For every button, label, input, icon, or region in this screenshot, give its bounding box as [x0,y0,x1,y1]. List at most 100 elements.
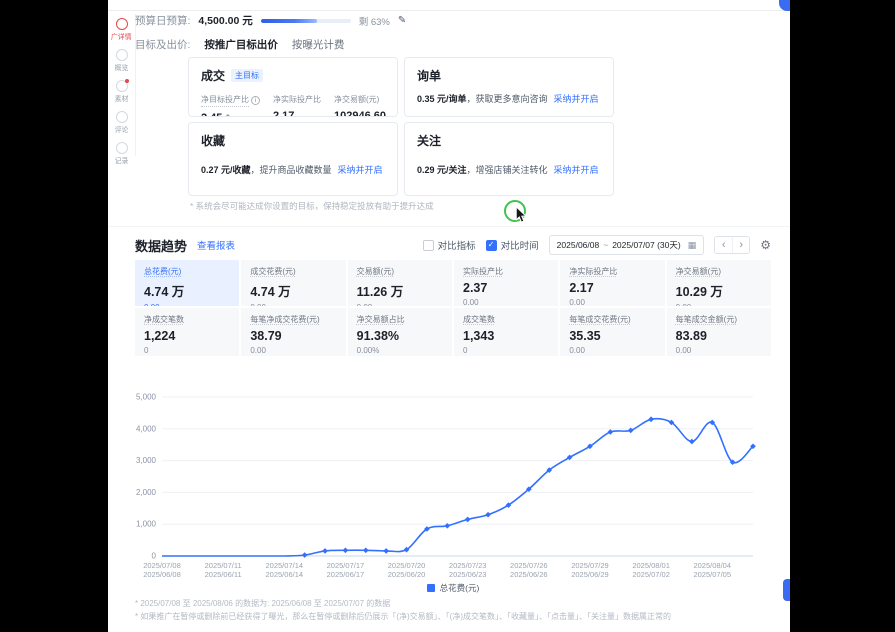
trend-metric-card[interactable]: 净实际投产比2.170.00 [560,260,664,306]
metric-compare-value: 0.00 [676,346,762,355]
svg-text:2025/07/17: 2025/07/17 [327,561,365,570]
metric-value: 10.29 万 [676,281,762,300]
svg-text:3,000: 3,000 [136,456,157,465]
header-divider [108,10,790,11]
goal-card-inquiry[interactable]: 询单0.35 元/询单，获取更多意向咨询采纳并开启 [404,57,614,117]
compare-metric-label: 对比指标 [438,238,476,252]
metric-title: 净交易额占比 [357,314,443,325]
svg-text:2025/07/08: 2025/07/08 [143,561,181,570]
trend-metric-card[interactable]: 净成交笔数1,2240 [135,308,239,356]
trend-metric-card[interactable]: 成交花费(元)4.74 万0.00 [241,260,345,306]
next-period-button[interactable]: › [732,237,749,253]
metric-compare-value: 0.00 [569,298,655,306]
anchor-nav-item[interactable]: 记录 [114,142,129,166]
goal-card-desc: 0.35 元/询单，获取更多意向咨询采纳并开启 [417,92,601,105]
screen: 广详情概览素材评论记录 预算日预算: 4,500.00 元 剩 63% ✎ 目标… [0,0,895,632]
trend-metric-card[interactable]: 每笔成交金额(元)83.890.00 [667,308,771,356]
metric-net-gmv: 净交易额(元) 102946.60 [334,94,386,117]
metric-value: 11.26 万 [357,281,443,300]
compare-metric-checkbox[interactable]: 对比指标 [423,238,476,252]
metric-compare-value: 0.00 [569,346,655,355]
budget-remaining: 剩 63% [359,14,390,28]
chart-legend: 总花费(元) [135,582,771,594]
view-report-link[interactable]: 查看报表 [197,238,235,252]
goal-card-follow[interactable]: 关注0.29 元/关注，增强店铺关注转化采纳并开启 [404,122,614,196]
metric-compare-value: 0.00 [357,303,443,306]
trend-line-chart: 01,0002,0003,0004,0005,0002025/07/082025… [126,383,766,579]
adopt-enable-link[interactable]: 采纳并开启 [554,94,599,104]
footnote-1: * 2025/07/08 至 2025/08/06 的数据为: 2025/06/… [135,598,390,609]
metric-value: 1,343 [463,329,549,343]
svg-text:2025/06/11: 2025/06/11 [205,570,242,579]
compare-time-checkbox[interactable]: ✓ 对比时间 [486,238,539,252]
anchor-nav-item[interactable]: 素材 [114,80,129,104]
budget-label: 预算日预算: [135,13,190,28]
metric-value: 35.35 [569,329,655,343]
goal-card-title: 收藏 [201,132,385,149]
metric-value: 38.79 [250,329,336,343]
anchor-nav-label: 素材 [115,93,129,103]
budget-row: 预算日预算: 4,500.00 元 剩 63% ✎ [135,13,406,28]
anchor-nav-icon [116,49,128,61]
svg-text:2025/06/26: 2025/06/26 [510,570,548,579]
floating-panel-handle[interactable] [783,579,790,601]
trend-controls: 对比指标 ✓ 对比时间 2025/06/08 ~ 2025/07/07 (30天… [423,235,771,255]
metric-net-target-roi: 净目标投产比i 2.45✎ [201,94,260,117]
goal-card-title: 成交 [201,67,225,84]
date-range-picker[interactable]: 2025/06/08 ~ 2025/07/07 (30天) ▦ [549,235,705,255]
trend-metric-card[interactable]: 成交笔数1,3430 [454,308,558,356]
tab-bid-by-impression[interactable]: 按曝光计费 [292,37,345,52]
trend-metric-card[interactable]: 总花费(元)4.74 万0.00 [135,260,239,306]
anchor-nav-label: 记录 [115,155,129,165]
trend-metric-card[interactable]: 每笔成交花费(元)35.350.00 [560,308,664,356]
svg-text:2025/07/02: 2025/07/02 [632,570,670,579]
checkbox-unchecked-icon [423,240,434,251]
metric-value: 83.89 [676,329,762,343]
legend-marker [427,584,435,592]
goal-bid-row: 目标及出价: 按推广目标出价 按曝光计费 [135,37,344,52]
anchor-nav-icon [116,142,128,154]
goal-card-favorite[interactable]: 收藏0.27 元/收藏，提升商品收藏数量采纳并开启 [188,122,398,196]
svg-text:2025/06/23: 2025/06/23 [449,570,487,579]
date-start: 2025/06/08 [557,240,600,250]
metric-value: 91.38% [357,329,443,343]
metric-compare-value: 0.00 [144,303,230,306]
goal-card-deal[interactable]: 成交 主目标 净目标投产比i 2.45✎ 净实际投产比 2.17 净交易额(元)… [188,57,398,117]
anchor-nav-icon [116,80,128,92]
trend-metric-card[interactable]: 每笔净成交花费(元)38.790.00 [241,308,345,356]
budget-progress-bar [261,19,351,23]
metric-value: 4.74 万 [144,281,230,300]
tab-bid-by-goal[interactable]: 按推广目标出价 [204,37,278,52]
trend-metric-card[interactable]: 净交易额占比91.38%0.00% [348,308,452,356]
trend-metric-grid: 总花费(元)4.74 万0.00成交花费(元)4.74 万0.00交易额(元)1… [135,260,771,356]
edit-icon[interactable]: ✎ [225,113,233,117]
prev-period-button[interactable]: ‹ [715,237,732,253]
info-icon: i [251,96,260,105]
trend-metric-card[interactable]: 实际投产比2.370.00 [454,260,558,306]
edit-icon[interactable]: ✎ [398,15,406,26]
adopt-enable-link[interactable]: 采纳并开启 [554,165,599,175]
svg-text:2025/07/20: 2025/07/20 [388,561,426,570]
anchor-nav-item[interactable]: 广详情 [110,18,133,42]
svg-text:2025/07/14: 2025/07/14 [266,561,304,570]
goal-card-metrics: 净目标投产比i 2.45✎ 净实际投产比 2.17 净交易额(元) 102946… [201,94,385,117]
trend-section-title: 数据趋势 [135,236,187,255]
trend-metric-card[interactable]: 交易额(元) 11.26 万 0.00 [348,260,452,306]
metric-title: 交易额(元) [357,266,443,277]
anchor-nav-item[interactable]: 评论 [114,111,129,135]
adopt-enable-link[interactable]: 采纳并开启 [338,165,383,175]
svg-text:2025/07/26: 2025/07/26 [510,561,548,570]
svg-text:2025/07/29: 2025/07/29 [571,561,609,570]
metric-title: 成交笔数 [463,314,549,325]
period-pager: ‹ › [714,236,750,254]
anchor-nav-label: 概览 [115,62,129,72]
metric-value: 2.17 [569,281,655,295]
anchor-nav-item[interactable]: 概览 [114,49,129,73]
settings-gear-icon[interactable]: ⚙ [760,238,771,252]
svg-text:2025/06/17: 2025/06/17 [327,570,365,579]
metric-compare-value: 0 [144,346,230,355]
trend-metric-card[interactable]: 净交易额(元)10.29 万0.00 [667,260,771,306]
svg-text:0: 0 [152,552,157,561]
goal-note: * 系统会尽可能达成你设置的目标，保持稳定投放有助于提升达成 [190,200,434,212]
goal-card-desc: 0.29 元/关注，增强店铺关注转化采纳并开启 [417,163,601,176]
